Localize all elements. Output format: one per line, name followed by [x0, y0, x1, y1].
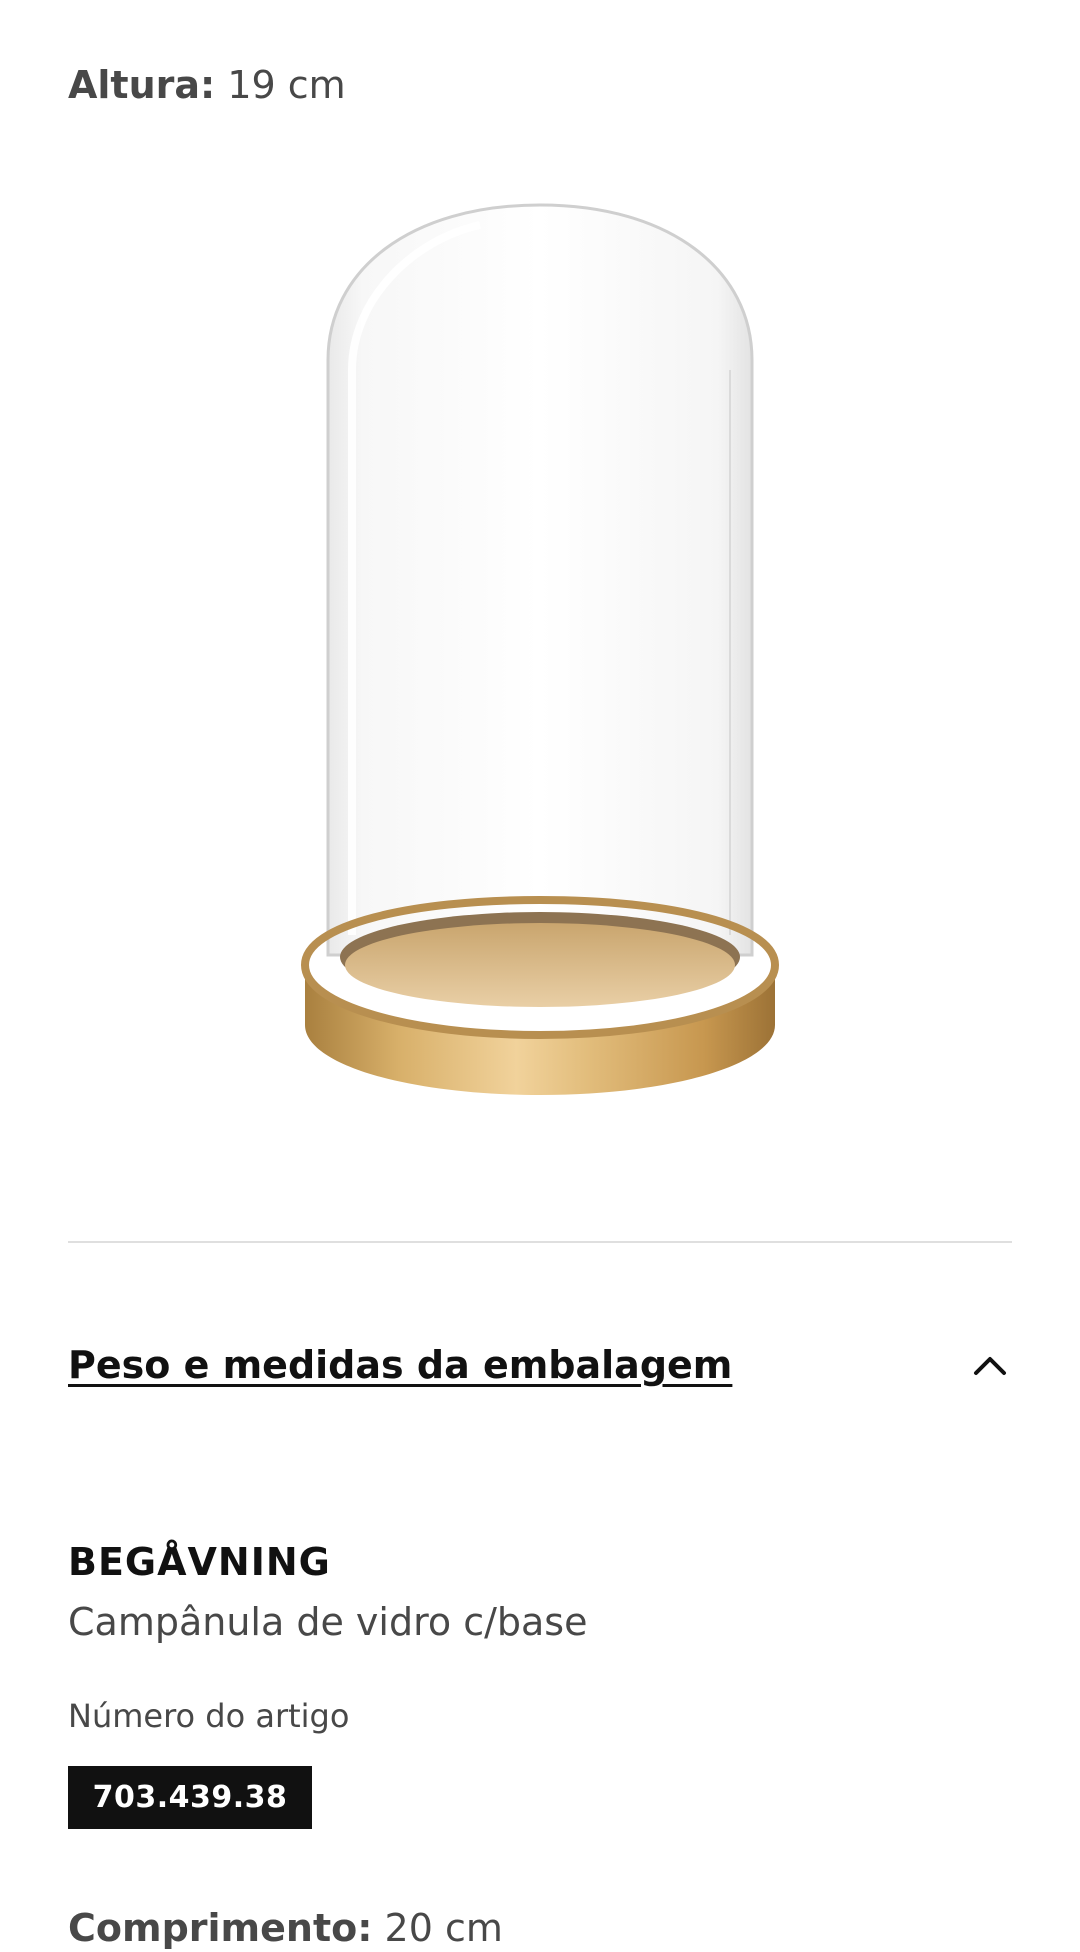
article-number-badge: 703.439.38 — [68, 1766, 312, 1829]
length-value: 20 cm — [384, 1906, 503, 1950]
height-spec: Altura: 19 cm — [68, 61, 346, 109]
chevron-up-icon[interactable] — [968, 1343, 1012, 1387]
article-number-label: Número do artigo — [68, 1697, 350, 1735]
length-label: Comprimento: — [68, 1906, 373, 1950]
product-description: Campânula de vidro c/base — [68, 1600, 588, 1644]
height-value: 19 cm — [227, 63, 346, 107]
height-label: Altura: — [68, 63, 216, 107]
length-spec: Comprimento: 20 cm — [68, 1904, 503, 1952]
product-name: BEGÅVNING — [68, 1540, 331, 1584]
product-image — [300, 195, 780, 1125]
section-divider — [68, 1241, 1012, 1243]
package-dimensions-accordion[interactable]: Peso e medidas da embalagem — [68, 1335, 1012, 1395]
accordion-title[interactable]: Peso e medidas da embalagem — [68, 1343, 732, 1387]
